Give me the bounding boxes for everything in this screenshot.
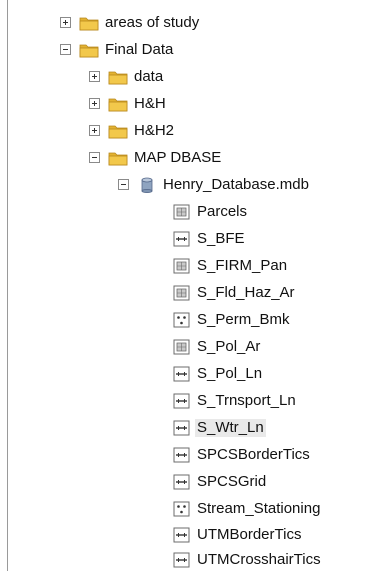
tree-node-utmbordertics[interactable]: UTMBorderTics: [173, 522, 301, 547]
expand-icon[interactable]: [89, 125, 100, 136]
tree-node-data[interactable]: data: [89, 64, 163, 89]
tree-node-s-pol-ar[interactable]: S_Pol_Ar: [173, 334, 260, 359]
folder-icon: [108, 69, 128, 85]
tree-node-label: areas of study: [105, 13, 200, 31]
tree-node-spcsbordertics[interactable]: SPCSBorderTics: [173, 442, 310, 467]
tree-node-label: MAP DBASE: [134, 148, 222, 166]
tree-node-label: Parcels: [197, 202, 248, 220]
polygon-feature-class-icon: [173, 258, 190, 274]
tree-node-utmcrosshairtics[interactable]: UTMCrosshairTics: [173, 547, 321, 572]
folder-icon: [79, 42, 99, 58]
tree-node-s-perm-bmk[interactable]: S_Perm_Bmk: [173, 307, 290, 332]
folder-icon: [108, 96, 128, 112]
tree-node-s-firm-pan[interactable]: S_FIRM_Pan: [173, 253, 287, 278]
expand-icon[interactable]: [60, 17, 71, 28]
polygon-feature-class-icon: [173, 285, 190, 301]
database-icon: [137, 177, 157, 193]
line-feature-class-icon: [173, 420, 190, 436]
line-feature-class-icon: [173, 527, 190, 543]
tree-node-stream-stationing[interactable]: Stream_Stationing: [173, 496, 320, 521]
folder-icon: [108, 123, 128, 139]
tree-node-s-wtr-ln[interactable]: S_Wtr_Ln: [173, 415, 266, 440]
panel-left-border: [7, 0, 8, 571]
tree-node-label: UTMBorderTics: [197, 525, 302, 543]
tree-node-label: data: [134, 67, 164, 85]
polygon-feature-class-icon: [173, 204, 190, 220]
line-feature-class-icon: [173, 366, 190, 382]
tree-node-h-and-h2[interactable]: H&H2: [89, 118, 174, 143]
point-feature-class-icon: [173, 501, 190, 517]
collapse-icon[interactable]: [60, 44, 71, 55]
tree-node-s-bfe[interactable]: S_BFE: [173, 226, 245, 251]
tree-node-label-selected: S_Wtr_Ln: [195, 418, 266, 437]
tree-node-label: H&H: [134, 94, 166, 112]
tree-node-spcsgrid[interactable]: SPCSGrid: [173, 469, 266, 494]
folder-icon: [108, 150, 128, 166]
tree-node-label: SPCSBorderTics: [197, 445, 310, 463]
collapse-icon[interactable]: [89, 152, 100, 163]
tree-node-parcels[interactable]: Parcels: [173, 199, 247, 224]
line-feature-class-icon: [173, 393, 190, 409]
tree-node-final-data[interactable]: Final Data: [60, 37, 173, 62]
line-feature-class-icon: [173, 474, 190, 490]
tree-node-label: Final Data: [105, 40, 174, 58]
tree-node-label: H&H2: [134, 121, 175, 139]
expand-icon[interactable]: [89, 98, 100, 109]
tree-node-label: S_Pol_Ar: [197, 337, 261, 355]
tree-node-label: S_Pol_Ln: [197, 364, 263, 382]
tree-node-areas-of-study[interactable]: areas of study: [60, 10, 199, 35]
tree-node-label: S_Fld_Haz_Ar: [197, 283, 295, 301]
tree-node-label: S_Trnsport_Ln: [197, 391, 296, 409]
tree-node-label: S_Perm_Bmk: [197, 310, 290, 328]
tree-node-henry-database[interactable]: Henry_Database.mdb: [118, 172, 309, 197]
tree-node-label: Stream_Stationing: [197, 499, 321, 517]
polygon-feature-class-icon: [173, 339, 190, 355]
tree-node-label: SPCSGrid: [197, 472, 267, 490]
collapse-icon[interactable]: [118, 179, 129, 190]
point-feature-class-icon: [173, 312, 190, 328]
expand-icon[interactable]: [89, 71, 100, 82]
tree-node-h-and-h[interactable]: H&H: [89, 91, 166, 116]
line-feature-class-icon: [173, 231, 190, 247]
tree-node-label: S_FIRM_Pan: [197, 256, 288, 274]
tree-node-label: Henry_Database.mdb: [163, 175, 309, 193]
line-feature-class-icon: [173, 447, 190, 463]
line-feature-class-icon: [173, 552, 190, 568]
tree-node-map-dbase[interactable]: MAP DBASE: [89, 145, 221, 170]
tree-node-s-fld-haz-ar[interactable]: S_Fld_Haz_Ar: [173, 280, 295, 305]
folder-icon: [79, 15, 99, 31]
tree-node-label: UTMCrosshairTics: [197, 550, 321, 568]
tree-node-s-trnsport-ln[interactable]: S_Trnsport_Ln: [173, 388, 296, 413]
tree-node-label: S_BFE: [197, 229, 245, 247]
tree-node-s-pol-ln[interactable]: S_Pol_Ln: [173, 361, 262, 386]
